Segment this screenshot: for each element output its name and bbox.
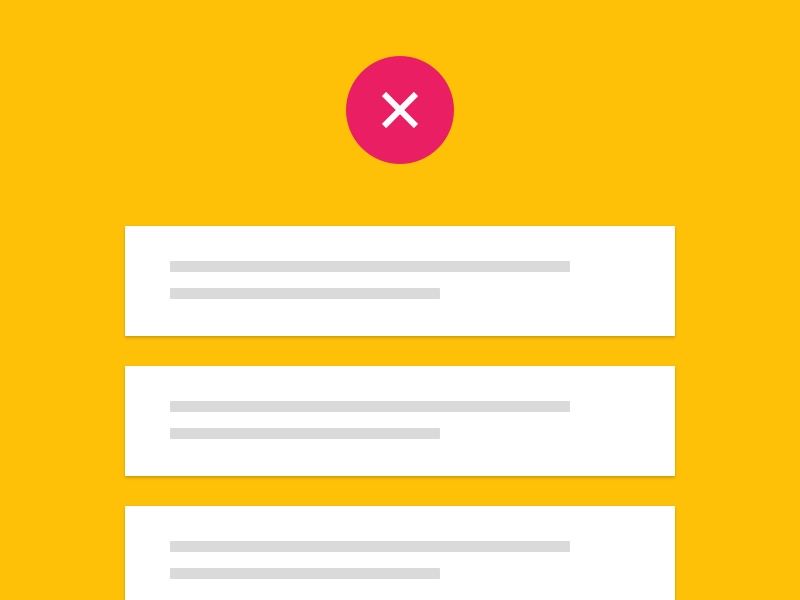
- list-card[interactable]: [125, 226, 675, 336]
- placeholder-line: [170, 541, 570, 552]
- close-button[interactable]: [346, 56, 454, 164]
- list-card[interactable]: [125, 366, 675, 476]
- placeholder-line: [170, 261, 570, 272]
- placeholder-line: [170, 401, 570, 412]
- list-card[interactable]: [125, 506, 675, 600]
- placeholder-line: [170, 428, 440, 439]
- placeholder-line: [170, 288, 440, 299]
- close-icon: [381, 91, 419, 129]
- placeholder-line: [170, 568, 440, 579]
